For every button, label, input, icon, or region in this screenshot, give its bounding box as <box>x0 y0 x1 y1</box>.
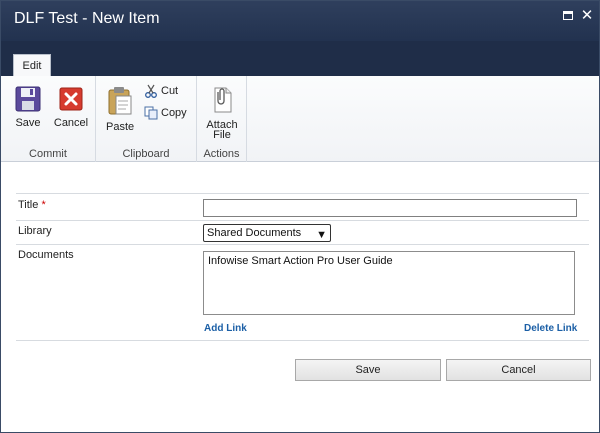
chevron-down-icon: ▼ <box>316 229 327 241</box>
save-button[interactable]: Save <box>295 359 441 381</box>
ribbon-cancel-label: Cancel <box>53 117 89 129</box>
dialog-titlebar: DLF Test - New Item ✕ <box>1 1 599 41</box>
cancel-button[interactable]: Cancel <box>446 359 591 381</box>
documents-label: Documents <box>18 249 74 261</box>
documents-row: Documents Infowise Smart Action Pro User… <box>16 245 589 341</box>
dialog-title: DLF Test - New Item <box>14 10 160 27</box>
ribbon-save-label: Save <box>15 117 41 129</box>
library-select[interactable]: Shared Documents ▼ <box>203 224 331 242</box>
tab-edit[interactable]: Edit <box>13 54 51 78</box>
scissors-icon <box>145 84 157 99</box>
list-item[interactable]: Infowise Smart Action Pro User Guide <box>208 255 570 267</box>
title-row: Title * <box>16 194 589 221</box>
save-icon <box>15 86 41 112</box>
clipboard-group-label: Clipboard <box>122 148 170 160</box>
attach-file-label-line2: File <box>213 129 231 141</box>
ribbon-cut-button[interactable]: Cut <box>144 82 178 100</box>
library-label: Library <box>18 225 52 237</box>
commit-group: Save Cancel Commit <box>1 76 96 162</box>
commit-group-label: Commit <box>29 148 67 160</box>
ribbon-copy-label: Copy <box>161 107 187 119</box>
add-link[interactable]: Add Link <box>204 323 247 334</box>
cancel-icon <box>59 87 83 111</box>
new-item-dialog: DLF Test - New Item ✕ Edit Save Cancel C… <box>0 0 600 433</box>
title-label-text: Title <box>18 199 39 211</box>
close-icon[interactable]: ✕ <box>580 8 594 23</box>
ribbon: Save Cancel Commit Paste Cut Copy Clipbo… <box>1 76 599 162</box>
delete-link[interactable]: Delete Link <box>524 323 577 334</box>
actions-group: Attach File Actions <box>197 76 247 162</box>
ribbon-cancel-button[interactable]: Cancel <box>53 86 89 129</box>
title-label: Title * <box>18 199 46 211</box>
paste-icon <box>108 87 132 115</box>
library-selected-value: Shared Documents <box>207 227 302 239</box>
copy-icon <box>144 106 158 120</box>
ribbon-cut-label: Cut <box>161 85 179 97</box>
ribbon-copy-button[interactable]: Copy <box>144 104 187 122</box>
attach-file-button[interactable]: Attach File <box>203 86 241 141</box>
attach-file-icon <box>214 87 232 113</box>
ribbon-tabstrip: Edit <box>1 41 599 78</box>
maximize-icon[interactable] <box>562 9 576 23</box>
required-marker: * <box>41 199 46 211</box>
ribbon-save-button[interactable]: Save <box>13 86 43 129</box>
actions-group-label: Actions <box>203 148 240 160</box>
clipboard-group: Paste Cut Copy Clipboard <box>96 76 197 162</box>
item-form: Title * Library Shared Documents ▼ Docum… <box>16 193 589 341</box>
title-input[interactable] <box>203 199 577 217</box>
documents-list[interactable]: Infowise Smart Action Pro User Guide <box>203 251 575 315</box>
ribbon-paste-label: Paste <box>106 121 135 133</box>
ribbon-paste-button[interactable]: Paste <box>106 86 135 133</box>
library-row: Library Shared Documents ▼ <box>16 221 589 245</box>
